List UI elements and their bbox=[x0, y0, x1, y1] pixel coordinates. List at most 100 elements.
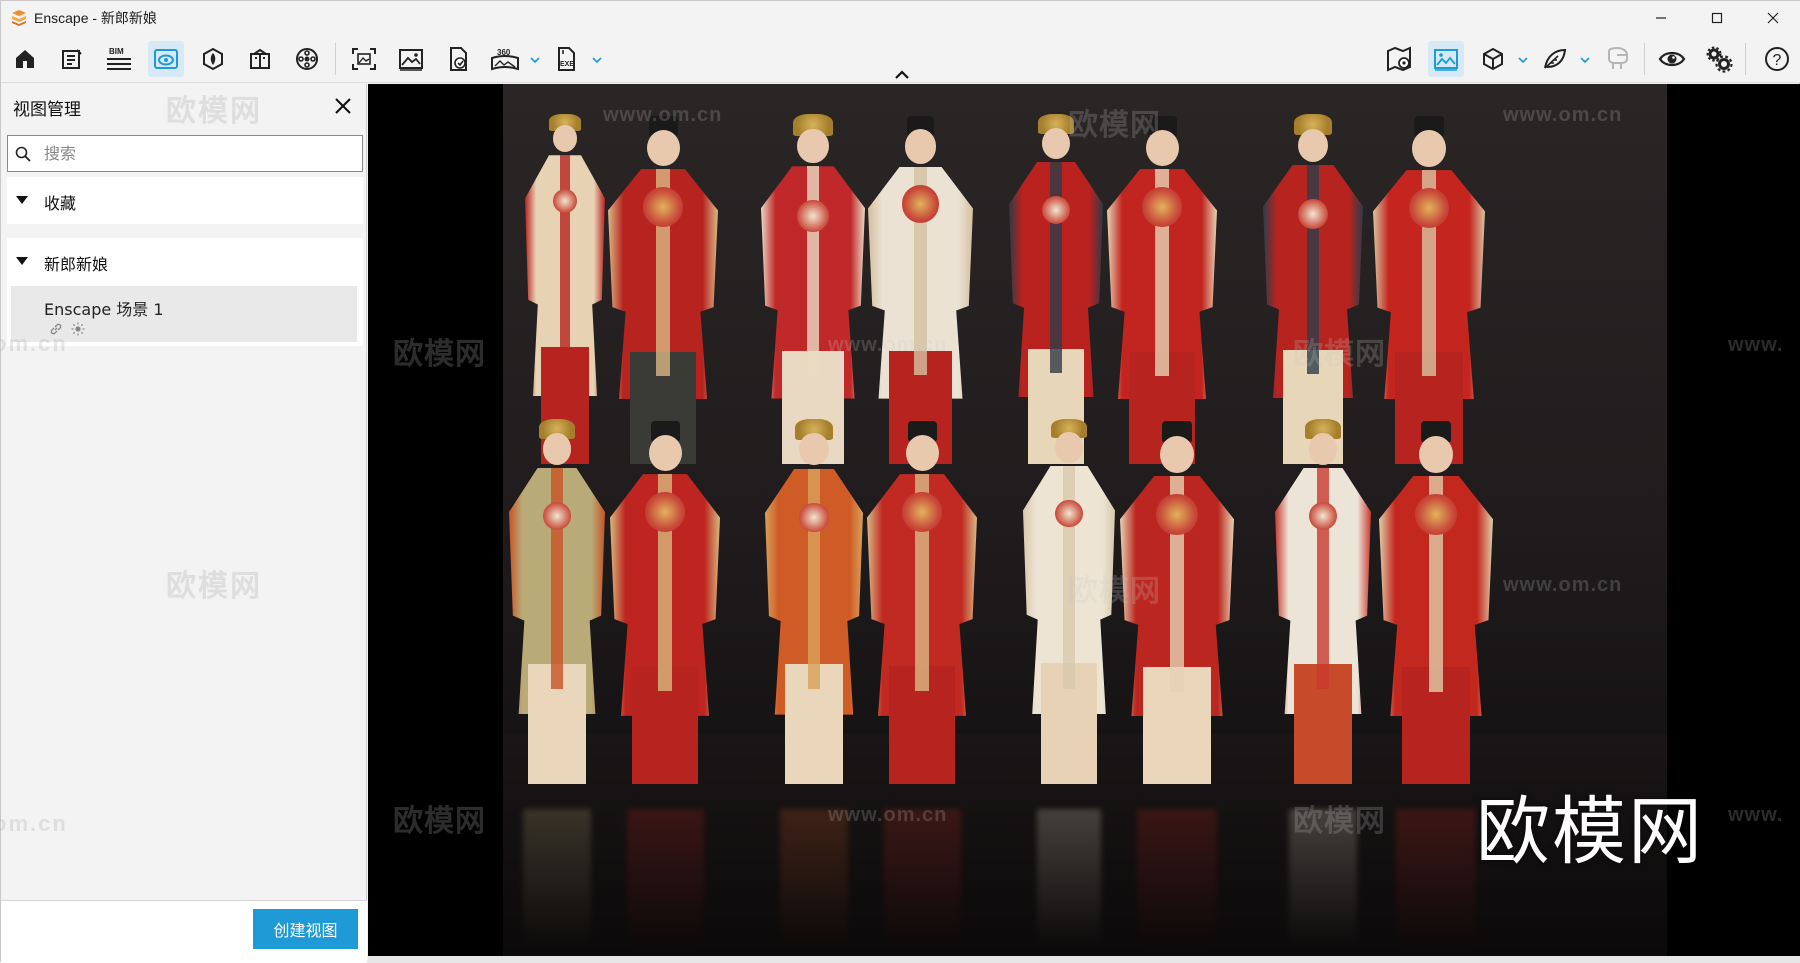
toolbar-separator bbox=[335, 43, 336, 75]
embroidered-medallion bbox=[645, 492, 685, 532]
face bbox=[1418, 435, 1454, 474]
watermark-text: 欧模网 bbox=[393, 338, 486, 371]
caret-down-icon bbox=[16, 196, 28, 204]
embroidered-medallion bbox=[643, 187, 683, 227]
view-management-panel: 视图管理 欧模网 收藏 新郎新娘 Enscape 场景 1 bbox=[0, 84, 367, 963]
center-trim bbox=[1050, 161, 1062, 374]
embroidered-medallion bbox=[1142, 187, 1182, 227]
render-viewport[interactable]: www.om.cn 欧模网 www.om.cn 欧模网 www.om.cn 欧模… bbox=[368, 84, 1800, 956]
face bbox=[648, 435, 682, 472]
home-button[interactable] bbox=[7, 41, 43, 77]
leaf-button[interactable] bbox=[1537, 41, 1573, 77]
batch-render-button[interactable] bbox=[440, 41, 476, 77]
batch-render-icon bbox=[450, 47, 467, 71]
screenshot-icon bbox=[352, 48, 376, 70]
round-fan bbox=[1055, 499, 1083, 528]
minimize-button[interactable] bbox=[1633, 1, 1689, 35]
scene-section-header[interactable]: 新郎新娘 bbox=[7, 238, 363, 284]
visual-settings-button[interactable] bbox=[1654, 41, 1690, 77]
render-image-button[interactable] bbox=[393, 41, 429, 77]
groom-figure bbox=[1379, 409, 1493, 804]
maximize-icon bbox=[1711, 12, 1723, 24]
leaf-icon bbox=[1544, 48, 1567, 69]
face bbox=[1412, 130, 1446, 168]
groom-figure bbox=[610, 409, 720, 804]
atmosphere-button[interactable] bbox=[1428, 41, 1464, 77]
face bbox=[1159, 435, 1195, 474]
vr-headset-button[interactable] bbox=[1599, 41, 1635, 77]
chevron-down-icon bbox=[530, 57, 540, 63]
create-view-button[interactable]: 创建视图 bbox=[253, 909, 358, 949]
material-editor-button[interactable] bbox=[242, 41, 278, 77]
center-trim bbox=[808, 468, 820, 690]
home-icon bbox=[16, 50, 34, 68]
title-bar: Enscape - 新郎新娘 bbox=[1, 1, 1800, 35]
map-button[interactable] bbox=[1381, 41, 1417, 77]
bim-icon: BIM bbox=[107, 47, 131, 70]
chevron-down-icon bbox=[1518, 57, 1528, 63]
screenshot-button[interactable] bbox=[346, 41, 382, 77]
settings-button[interactable] bbox=[1701, 41, 1737, 77]
render-image-icon bbox=[399, 49, 423, 71]
close-panel-icon[interactable] bbox=[331, 94, 355, 118]
views-button[interactable] bbox=[148, 41, 184, 77]
view-cube-dropdown[interactable] bbox=[1517, 55, 1529, 65]
bride-figure bbox=[509, 409, 605, 804]
floor-reflection bbox=[1289, 809, 1357, 949]
toolbar-separator bbox=[1644, 43, 1645, 75]
panel-header: 视图管理 bbox=[1, 84, 367, 128]
panorama-360-icon: 360 bbox=[491, 48, 519, 71]
round-fan bbox=[1298, 198, 1328, 229]
face bbox=[904, 129, 937, 164]
round-fan bbox=[553, 189, 577, 214]
round-fan bbox=[799, 502, 829, 532]
face bbox=[1298, 128, 1328, 162]
section-label: 新郎新娘 bbox=[44, 255, 109, 274]
svg-text:EXE: EXE bbox=[560, 61, 574, 68]
favorites-section-header[interactable]: 收藏 bbox=[7, 177, 363, 223]
export-exe-button[interactable]: EXE bbox=[549, 41, 585, 77]
eye-view-icon bbox=[154, 49, 178, 69]
window-controls bbox=[1633, 1, 1800, 35]
close-window-button[interactable] bbox=[1745, 1, 1800, 35]
watermark-text: om.cn bbox=[0, 811, 68, 836]
face bbox=[646, 130, 680, 167]
big-watermark: 欧模网 bbox=[1476, 789, 1704, 875]
chevron-down-icon bbox=[592, 57, 602, 63]
export-dropdown[interactable] bbox=[591, 55, 603, 65]
scene-section: 新郎新娘 Enscape 场景 1 bbox=[7, 238, 363, 346]
watermark-edge: www. bbox=[1728, 804, 1784, 826]
panel-title: 视图管理 bbox=[13, 100, 81, 119]
maximize-button[interactable] bbox=[1689, 1, 1745, 35]
chevron-down-icon bbox=[1580, 57, 1590, 63]
center-trim bbox=[551, 467, 563, 690]
floor-reflection bbox=[523, 809, 591, 949]
asset-library-button[interactable] bbox=[195, 41, 231, 77]
panorama-button[interactable]: 360 bbox=[487, 41, 523, 77]
leaf-dropdown[interactable] bbox=[1579, 55, 1591, 65]
link-icon bbox=[50, 323, 62, 335]
gears-icon bbox=[1706, 46, 1733, 73]
bride-figure bbox=[1275, 409, 1371, 804]
window-title: Enscape - 新郎新娘 bbox=[34, 10, 157, 26]
notes-button[interactable] bbox=[54, 41, 90, 77]
search-input[interactable] bbox=[44, 136, 354, 171]
export-exe-icon: EXE bbox=[558, 47, 575, 71]
help-button[interactable]: ? bbox=[1759, 41, 1795, 77]
view-cube-button[interactable] bbox=[1475, 41, 1511, 77]
collapse-toolbar-chevron-icon[interactable] bbox=[894, 69, 910, 81]
view-item-icons bbox=[49, 322, 85, 336]
view-list-item[interactable]: Enscape 场景 1 bbox=[11, 286, 357, 342]
help-icon: ? bbox=[1765, 47, 1789, 71]
face bbox=[542, 432, 572, 465]
sun-icon bbox=[71, 322, 85, 336]
toolbar-separator bbox=[1745, 43, 1746, 75]
center-trim bbox=[560, 155, 570, 372]
svg-text:?: ? bbox=[1773, 52, 1782, 69]
face bbox=[1041, 127, 1071, 159]
bim-button[interactable]: BIM bbox=[101, 41, 137, 77]
search-box[interactable] bbox=[7, 135, 363, 172]
panorama-dropdown[interactable] bbox=[529, 55, 541, 65]
video-editor-button[interactable] bbox=[289, 41, 325, 77]
face bbox=[1308, 432, 1338, 465]
